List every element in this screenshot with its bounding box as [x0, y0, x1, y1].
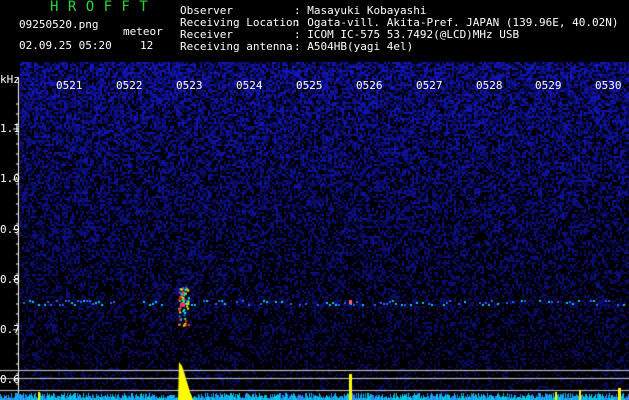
antenna-label: Receiving antenna: [180, 40, 293, 53]
time-tick: 0526: [356, 79, 383, 92]
time-tick: 0524: [236, 79, 263, 92]
app-title: H R O F F T: [50, 0, 149, 15]
spectrogram-window: H R O F F T 09250520.png 02.09.25 05:20 …: [0, 0, 629, 400]
time-tick: 0525: [296, 79, 323, 92]
meteor-label: meteor: [123, 25, 163, 38]
freq-tick: 1.1: [0, 122, 20, 135]
freq-tick: 0.7: [0, 323, 20, 336]
antenna-value: : A504HB(yagi 4el): [294, 40, 414, 53]
filename: 09250520.png: [19, 18, 99, 31]
spectrogram-canvas: [0, 0, 629, 400]
time-tick: 0530: [595, 79, 622, 92]
freq-tick: 0.6: [0, 373, 20, 386]
freq-tick: 1.0: [0, 172, 20, 185]
datetime: 02.09.25 05:20: [19, 39, 112, 52]
axis-unit: kHz: [0, 73, 20, 86]
freq-tick: 0.9: [0, 223, 20, 236]
time-tick: 0522: [116, 79, 143, 92]
time-tick: 0521: [56, 79, 83, 92]
freq-tick: 0.8: [0, 273, 20, 286]
time-tick: 0528: [476, 79, 503, 92]
time-tick: 0529: [535, 79, 562, 92]
time-tick: 0523: [176, 79, 203, 92]
time-tick: 0527: [416, 79, 443, 92]
meteor-count: 12: [140, 39, 154, 52]
